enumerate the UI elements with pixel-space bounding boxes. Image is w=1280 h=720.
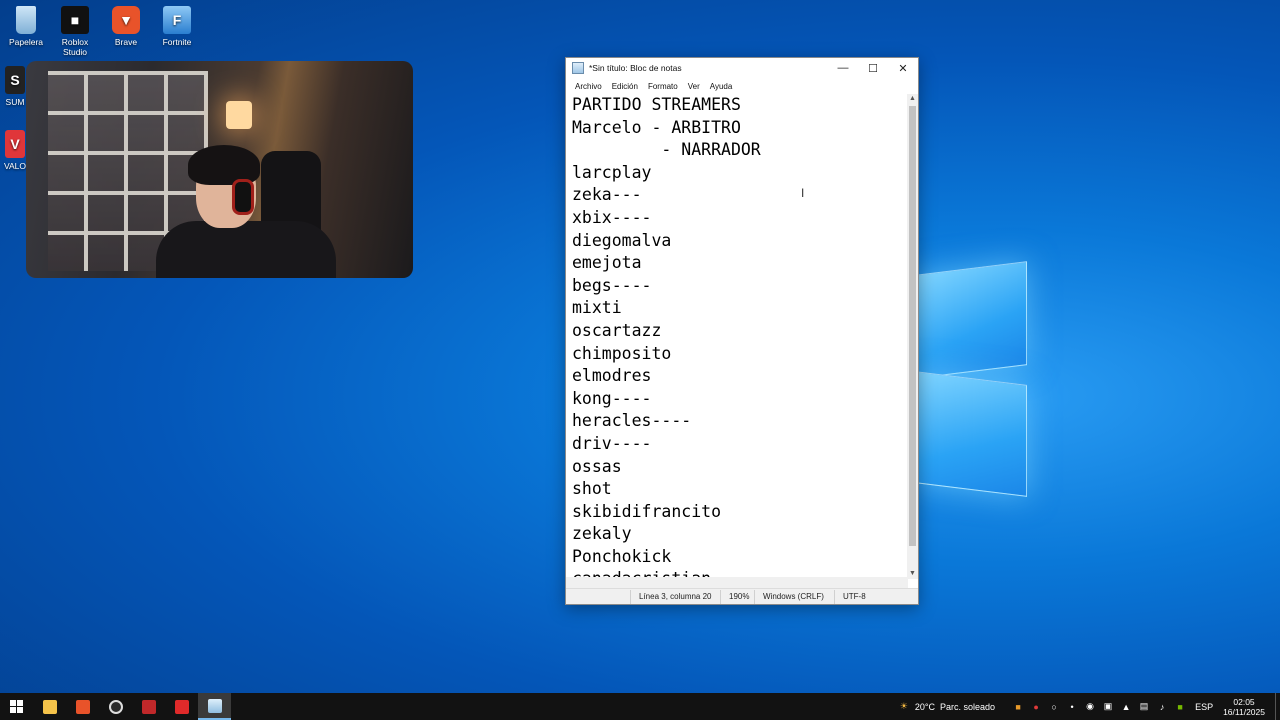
obs-icon <box>108 699 123 714</box>
brave-icon <box>75 699 90 714</box>
text-line: - NARRADOR <box>572 140 761 160</box>
status-position: Línea 3, columna 20 <box>630 589 720 604</box>
windows-logo <box>915 250 1030 497</box>
text-line: chimposito <box>572 343 672 363</box>
notepad-window: *Sin título: Bloc de notas — ☐ ✕ Archivo… <box>565 57 919 605</box>
text-line: skibidifrancito <box>572 501 722 521</box>
taskbar: ☀ 20°C Parc. soleado ■ ● ○ • ◉ ▣ ▲ ▤ ♪ ■… <box>0 693 1280 720</box>
roblox-studio-icon: ■ <box>61 6 89 34</box>
taskbar-obs[interactable] <box>99 693 132 720</box>
horizontal-scrollbar[interactable] <box>566 577 908 588</box>
text-line: begs---- <box>572 275 652 295</box>
title-bar[interactable]: *Sin título: Bloc de notas — ☐ ✕ <box>566 58 918 78</box>
microphone-icon[interactable]: • <box>1064 699 1080 715</box>
tray-app-icon[interactable]: ■ <box>1010 699 1026 715</box>
text-line: elmodres <box>572 366 652 386</box>
system-tray: ☀ 20°C Parc. soleado ■ ● ○ • ◉ ▣ ▲ ▤ ♪ ■… <box>895 693 1280 720</box>
desktop-icon-label: Papelera <box>8 37 44 47</box>
text-line: heracles---- <box>572 411 692 431</box>
app-icon: S <box>5 66 25 94</box>
fortnite-icon: F <box>163 6 191 34</box>
text-line: kong---- <box>572 388 652 408</box>
menu-bar: Archivo Edición Formato Ver Ayuda <box>566 78 918 94</box>
weather-icon[interactable]: ☀ <box>896 699 912 715</box>
weather-desc[interactable]: Parc. soleado <box>940 702 995 712</box>
desktop-icon-recycle-bin[interactable]: Papelera <box>0 2 52 47</box>
recycle-bin-icon <box>16 6 36 34</box>
folder-icon <box>42 699 57 714</box>
streamer-body <box>156 221 336 278</box>
text-line: xbix---- <box>572 207 652 227</box>
tray-app-icon[interactable]: ▣ <box>1100 699 1116 715</box>
text-line: mixti <box>572 298 622 318</box>
desktop-icon-label: Brave <box>114 37 138 47</box>
desktop-icon-brave[interactable]: ▼ Brave <box>100 2 152 47</box>
show-desktop-button[interactable] <box>1275 693 1280 720</box>
text-line: ossas <box>572 456 622 476</box>
valorant-icon: V <box>5 130 25 158</box>
menu-ayuda[interactable]: Ayuda <box>705 82 738 91</box>
microphone-icon[interactable]: ● <box>1028 699 1044 715</box>
scroll-up-icon[interactable]: ▲ <box>907 94 918 104</box>
tray-app-icon[interactable]: ○ <box>1046 699 1062 715</box>
clock-time: 02:05 <box>1233 696 1255 707</box>
notepad-icon <box>572 62 584 74</box>
window-title: *Sin título: Bloc de notas <box>589 63 682 73</box>
text-line: driv---- <box>572 433 652 453</box>
clock-date: 16/11/2025 <box>1223 706 1265 717</box>
network-icon[interactable]: ▤ <box>1136 699 1152 715</box>
scrollbar-thumb[interactable] <box>909 106 916 546</box>
text-line: Ponchokick <box>572 546 672 566</box>
text-line: zeka--- <box>572 185 642 205</box>
text-line: shot <box>572 479 612 499</box>
desktop-icon-label: Roblox Studio <box>61 37 89 57</box>
nvidia-icon[interactable]: ■ <box>1172 699 1188 715</box>
text-line: PARTIDO STREAMERS <box>572 95 741 114</box>
minimize-button[interactable]: — <box>828 58 858 78</box>
scroll-down-icon[interactable]: ▼ <box>907 569 918 579</box>
text-line: diegomalva <box>572 230 672 250</box>
red-app-icon <box>174 699 189 714</box>
text-line: larcplay <box>572 162 652 182</box>
brave-icon: ▼ <box>112 6 140 34</box>
desktop-icon-label: Fortnite <box>162 37 192 47</box>
menu-edicion[interactable]: Edición <box>607 82 643 91</box>
clock[interactable]: 02:05 16/11/2025 <box>1217 697 1275 717</box>
status-zoom: 190% <box>720 589 754 604</box>
tray-app-icon[interactable]: ▲ <box>1118 699 1134 715</box>
text-line: oscartazz <box>572 320 662 340</box>
desktop-icon-fortnite[interactable]: F Fortnite <box>151 2 203 47</box>
headset <box>232 179 254 215</box>
tray-app-icon[interactable]: ◉ <box>1082 699 1098 715</box>
text-line: Marcelo - ARBITRO <box>572 117 741 137</box>
language-indicator[interactable]: ESP <box>1195 702 1213 712</box>
text-line: emejota <box>572 253 642 273</box>
webcam-overlay <box>26 61 413 278</box>
text-cursor-icon: I <box>801 186 805 200</box>
taskbar-streamlabs[interactable] <box>165 693 198 720</box>
menu-archivo[interactable]: Archivo <box>570 82 607 91</box>
lamp <box>226 101 252 129</box>
menu-formato[interactable]: Formato <box>643 82 683 91</box>
weather-temp[interactable]: 20°C <box>915 702 935 712</box>
start-button[interactable] <box>0 693 33 720</box>
taskbar-file-explorer[interactable] <box>33 693 66 720</box>
volume-icon[interactable]: ♪ <box>1154 699 1170 715</box>
status-bar: Línea 3, columna 20 190% Windows (CRLF) … <box>566 588 918 604</box>
menu-ver[interactable]: Ver <box>683 82 705 91</box>
desktop-icon-roblox-studio[interactable]: ■ Roblox Studio <box>49 2 101 57</box>
text-line: zekaly <box>572 524 632 544</box>
taskbar-voicemeeter[interactable] <box>132 693 165 720</box>
voicemeeter-icon <box>141 699 156 714</box>
notepad-icon <box>207 698 222 713</box>
taskbar-brave[interactable] <box>66 693 99 720</box>
taskbar-notepad[interactable] <box>198 693 231 720</box>
windows-start-icon <box>10 700 23 713</box>
status-line-ending: Windows (CRLF) <box>754 589 834 604</box>
close-button[interactable]: ✕ <box>888 58 918 78</box>
maximize-button[interactable]: ☐ <box>858 58 888 78</box>
text-editor[interactable]: PARTIDO STREAMERS Marcelo - ARBITRO - NA… <box>566 94 908 579</box>
vertical-scrollbar[interactable]: ▲ ▼ <box>907 94 918 579</box>
status-encoding: UTF-8 <box>834 589 874 604</box>
